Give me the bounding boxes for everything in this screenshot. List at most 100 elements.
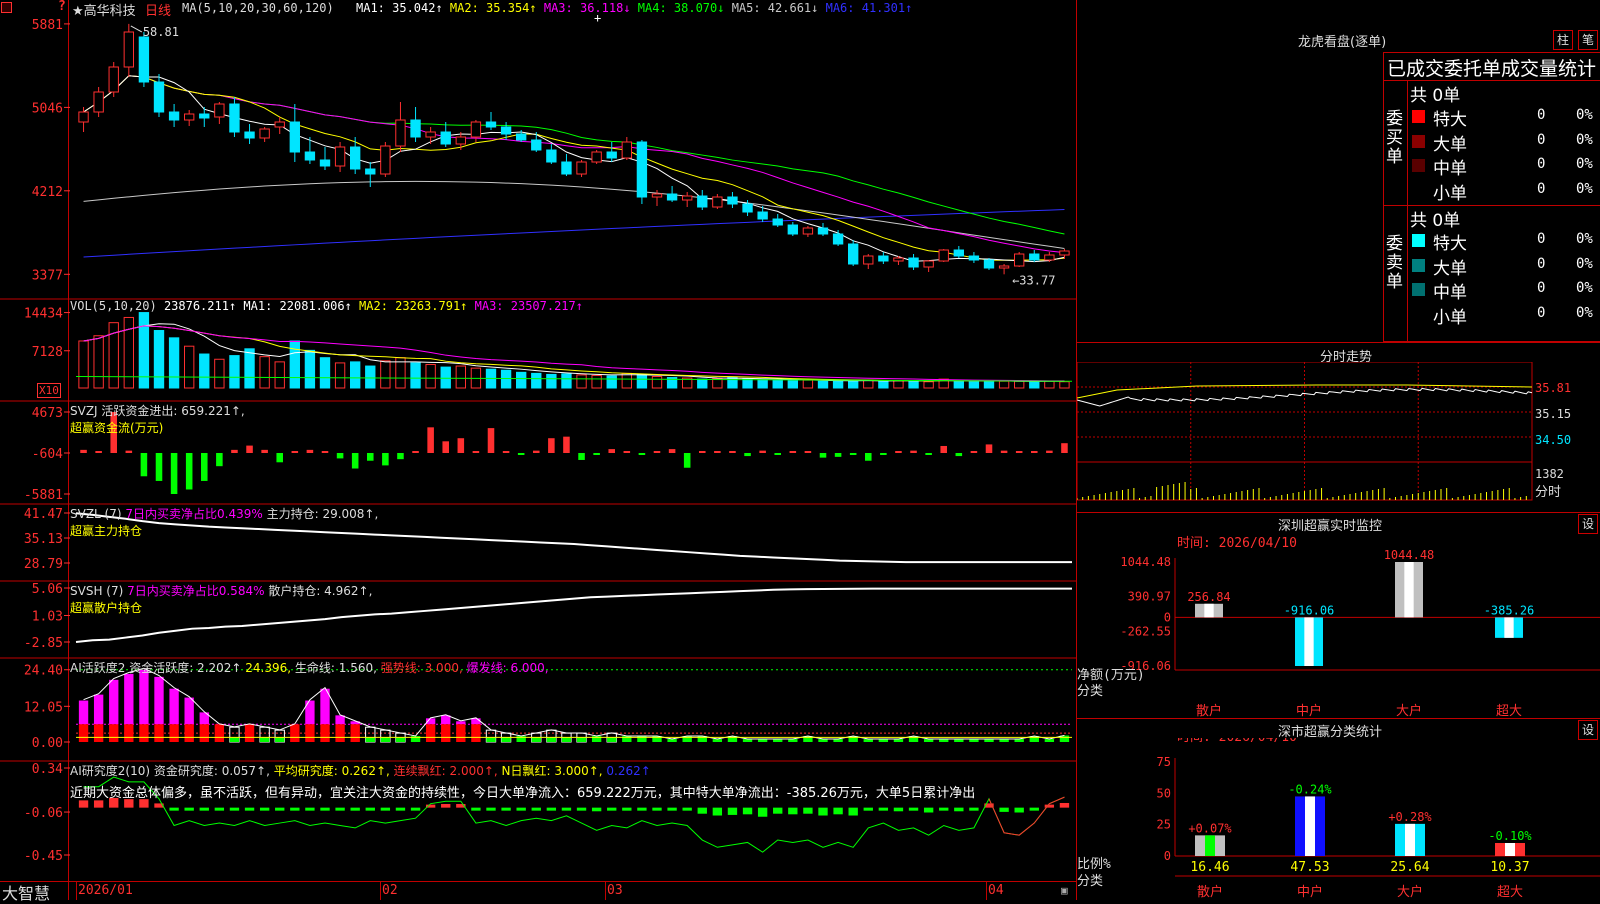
svzl-tick-label: 35.13 <box>24 532 63 547</box>
sz-monitor-tick: 390.97 <box>1128 590 1171 604</box>
ai-active-bar-lower <box>425 724 436 742</box>
ai-active-bar-lower <box>305 724 315 742</box>
vol-tick-label: 14434 <box>24 307 63 322</box>
volume-bar <box>229 355 240 389</box>
ai-research-title-c: 连续飘红: 2.000↑, <box>389 764 498 778</box>
vol-ma-value-3: MA3: 23507.217↑ <box>467 299 583 313</box>
ai-research-bar <box>742 807 753 815</box>
volume-bar <box>244 348 255 389</box>
fund-flow-bar <box>140 453 148 477</box>
vol-title: VOL(5,10,20) 23876.211↑ MA1: 22081.006↑ … <box>70 299 583 313</box>
ai-active-bar-lower <box>335 724 345 742</box>
ai-research-bar <box>833 807 843 815</box>
sz-class-value-label: 16.46 <box>1190 860 1229 875</box>
candle-body <box>893 257 904 262</box>
footer-date-tick <box>986 881 987 900</box>
fund-flow-bar <box>1030 451 1038 453</box>
price-chart[interactable]: 5881 5046 4212 3377 58.81 ←33.77 <box>0 0 1078 300</box>
buy-side-label: 委买单 <box>1386 109 1403 167</box>
volume-chart[interactable]: 14434 7128 <box>0 299 1078 402</box>
ai-research-bar <box>199 807 209 811</box>
fund-flow-bar <box>849 453 857 455</box>
ai-research-bar <box>939 807 949 811</box>
ai-active-bar-upper <box>109 679 119 725</box>
order-count: 0 <box>1537 156 1546 172</box>
svzl-subtitle: 超赢主力持仓 <box>70 524 143 538</box>
ai-active-bar-lower <box>350 724 360 742</box>
footer-bar <box>0 881 1077 901</box>
ai-research-bar <box>561 807 572 811</box>
fund-flow-bar <box>880 453 887 455</box>
volume-bar <box>772 379 783 389</box>
ai-research-bar <box>1029 807 1039 811</box>
ai-research-bar <box>848 807 858 816</box>
volume-bar <box>697 378 708 389</box>
volume-bar <box>908 380 919 389</box>
ai-active-bar <box>833 739 843 742</box>
fund-flow-bar <box>1061 443 1068 453</box>
sz-monitor-xlabel: 分类 <box>1077 684 1103 699</box>
lock-icon[interactable]: ▣ <box>1061 884 1068 897</box>
candle-body <box>425 131 436 138</box>
sz-class-chart[interactable]: 时间: 2026/04/10 75 50 25 0 +0.07% 16.46 散户 -0.24%… <box>1077 738 1600 900</box>
intraday-chart[interactable]: 35.81 35.15 34.50 1382 分时 <box>1077 362 1600 512</box>
svsh-tick-label: -2.85 <box>24 636 63 651</box>
sz-monitor-category: 超大 <box>1496 704 1522 718</box>
ai-research-bar <box>682 807 692 811</box>
order-pct: 0% <box>1576 156 1593 172</box>
ai-research-bar <box>471 807 481 811</box>
fund-flow-bar <box>517 453 525 455</box>
ai-active-line <box>83 667 1065 740</box>
column-mode-button[interactable]: 柱 <box>1553 30 1573 50</box>
candle-body <box>878 255 889 262</box>
ai-active-bar-lower <box>244 724 255 742</box>
ai-research-title: AI研究度2(10) 资金研究度: 0.057↑, 平均研究度: 0.262↑,… <box>70 762 1075 801</box>
ai-active-bar <box>818 739 828 742</box>
candle-body <box>712 196 723 208</box>
volume-bar <box>516 371 527 389</box>
candle-body <box>485 121 497 128</box>
svzj-title-text: SVZJ 活跃资金进出: 659.221↑, <box>70 404 245 418</box>
fund-flow-bar <box>427 427 434 453</box>
ai-active-bar-upper <box>154 676 164 725</box>
order-color-swatch <box>1412 283 1425 296</box>
ai-research-bar <box>652 807 662 811</box>
volume-bar <box>319 357 331 389</box>
svsh-title-a: SVSH (7) <box>70 584 128 598</box>
tick-mode-button[interactable]: 笔 <box>1578 30 1598 50</box>
sz-monitor-bar-highlight <box>1304 617 1314 666</box>
sell-side-label: 委卖单 <box>1386 234 1403 292</box>
fund-flow-bar <box>276 453 284 463</box>
order-color-swatch <box>1412 234 1425 247</box>
ai-research-bar <box>622 807 632 811</box>
order-stat-header: 已成交委托单成交量统计 <box>1387 58 1597 80</box>
candle-body <box>636 141 648 198</box>
fund-flow-bar <box>714 451 721 453</box>
fund-flow-bar <box>578 453 585 460</box>
svzl-title: SVZL (7) 7日内买卖净占比0.439% 主力持仓: 29.008↑, 超… <box>70 505 378 539</box>
volume-bar <box>153 330 165 389</box>
candle-body <box>621 141 632 159</box>
order-type-label: 大单 <box>1433 258 1467 279</box>
sz-monitor-ylabel: 净额(万元) <box>1077 668 1145 683</box>
sz-class-settings-button[interactable]: 设 <box>1578 720 1598 740</box>
ai-research-bar <box>818 807 828 816</box>
volume-bar <box>289 340 300 389</box>
volume-bar <box>380 360 391 389</box>
sz-monitor-chart[interactable]: 时间: 2026/04/10 1044.48 390.97 0-262.55 -916.… <box>1077 532 1600 718</box>
sz-class-category: 中户 <box>1297 884 1323 900</box>
fund-flow-bar <box>200 453 208 481</box>
volume-bar <box>184 345 195 389</box>
sz-monitor-settings-button[interactable]: 设 <box>1578 514 1598 534</box>
volume-bar <box>1044 380 1055 389</box>
ma2-line <box>83 75 1065 261</box>
sz-monitor-value-label: -385.26 <box>1484 603 1535 617</box>
candle-body <box>365 168 376 175</box>
ai-active-bar-upper <box>139 669 149 725</box>
ai-active-bar-lower <box>471 724 481 742</box>
order-type-label: 大单 <box>1433 134 1467 155</box>
ai-active-title-e: 爆发线: 6.000, <box>462 661 549 675</box>
ai-research-bar <box>546 807 557 811</box>
fund-flow-bar <box>910 450 917 453</box>
candle-body <box>1014 253 1025 267</box>
